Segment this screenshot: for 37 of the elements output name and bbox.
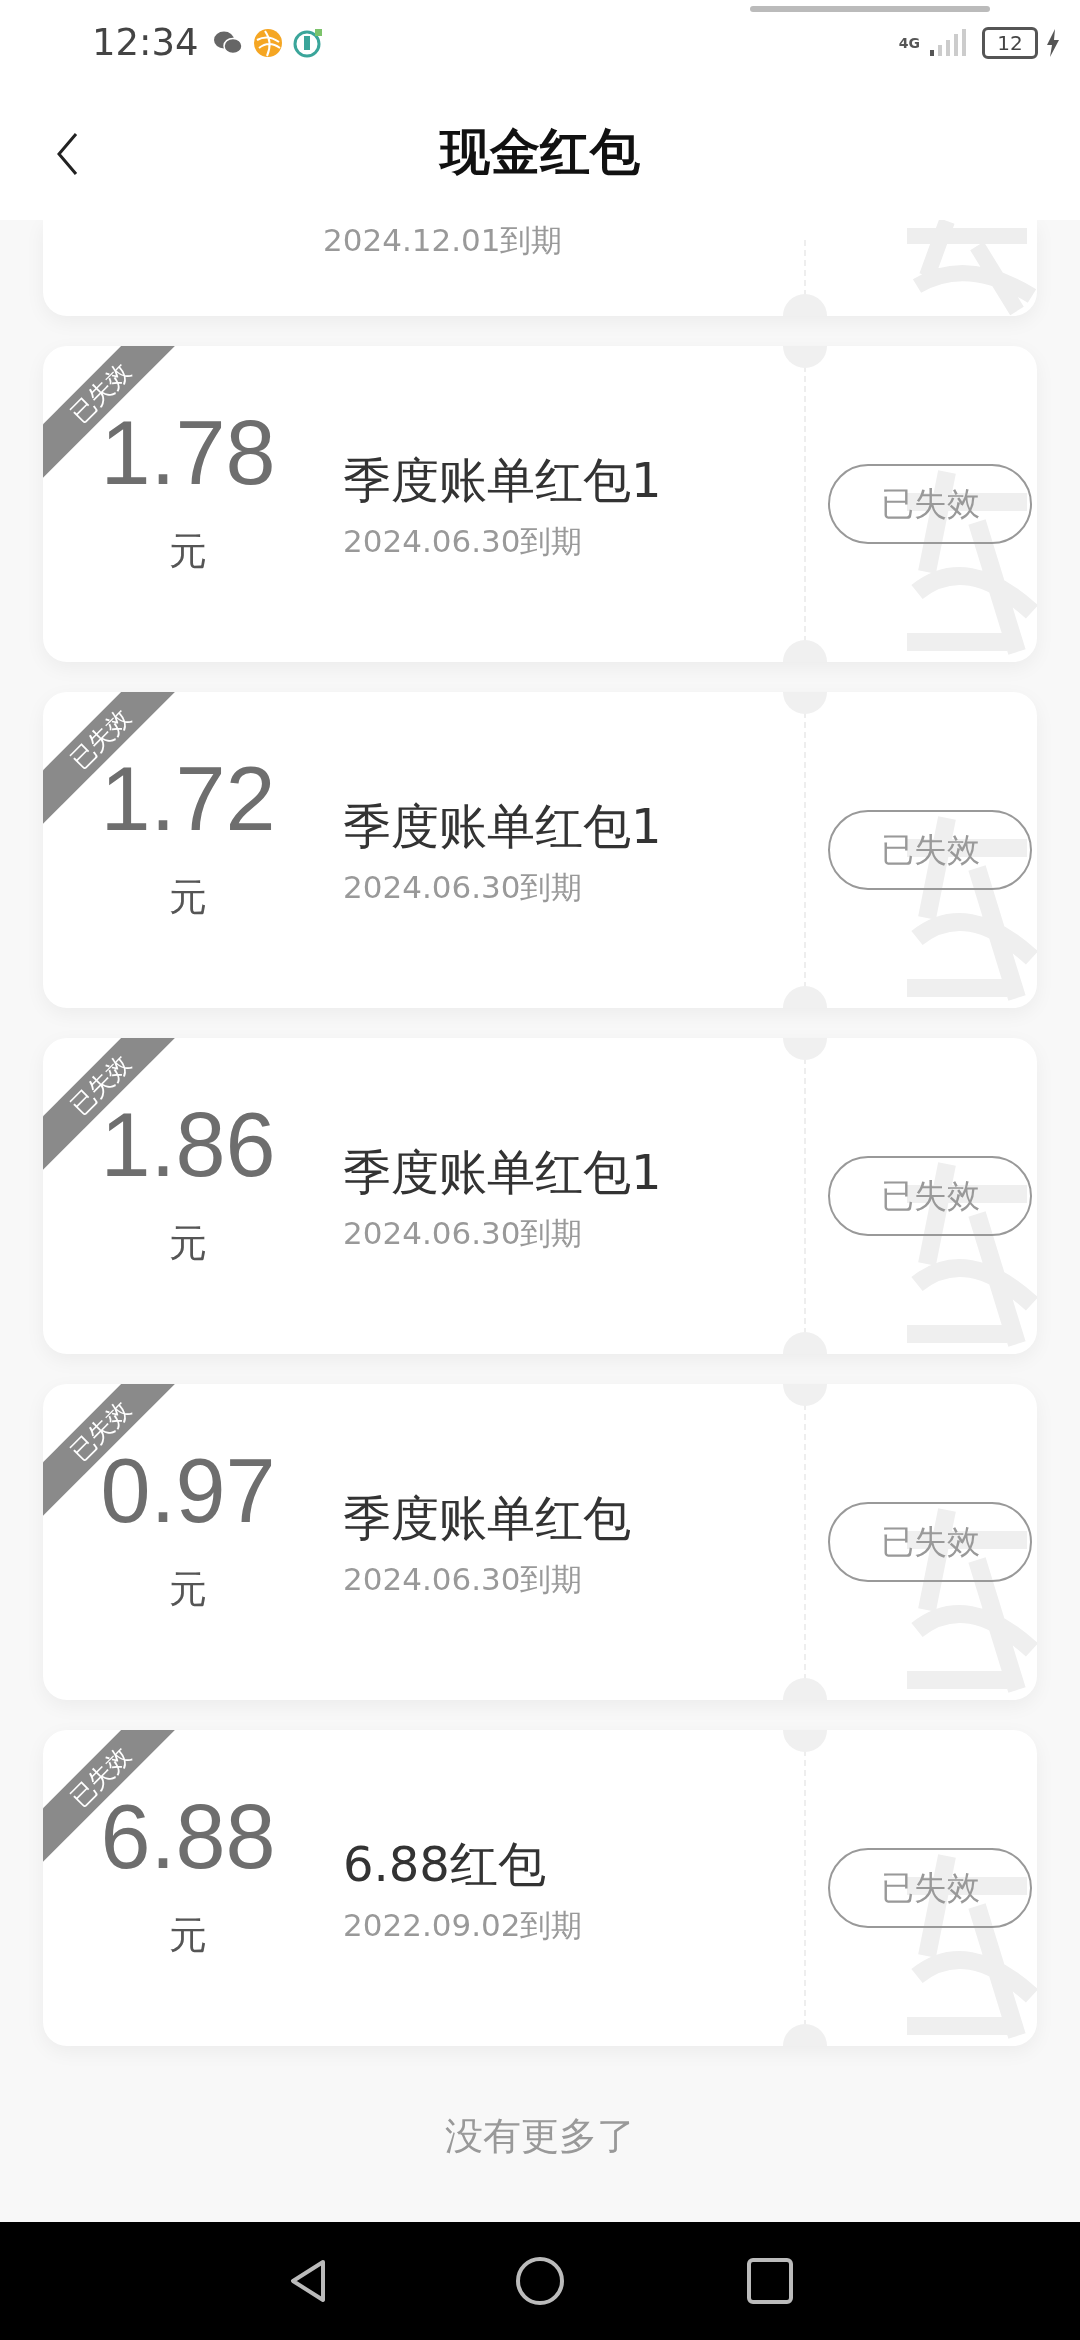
currency-unit: 元 <box>169 1220 207 1267</box>
status-button[interactable]: 已失效 <box>828 464 1032 544</box>
ball-icon <box>252 27 283 58</box>
status-button[interactable]: 已失效 <box>828 1502 1032 1582</box>
home-nav-icon[interactable] <box>515 2256 565 2306</box>
coupon-title: 季度账单红包1 <box>343 1143 663 1202</box>
end-of-list-text: 没有更多了 <box>444 2113 636 2160</box>
currency-unit: 元 <box>169 1912 207 1959</box>
plug-icon <box>292 27 323 58</box>
coupon-title: 季度账单红包 <box>343 1489 632 1548</box>
recents-nav-icon[interactable] <box>745 2256 795 2306</box>
battery-icon: 12 <box>982 26 1038 59</box>
amount: 1.86 <box>100 1100 276 1190</box>
page-title: 现金红包 <box>440 122 640 183</box>
currency-unit: 元 <box>169 528 207 575</box>
amount: 1.78 <box>100 408 276 498</box>
expiry-date: 2024.06.30到期 <box>343 868 584 907</box>
expiry-date: 2022.09.02到期 <box>343 1906 584 1945</box>
status-button[interactable]: 已失效 <box>828 1848 1032 1928</box>
coupon-title: 季度账单红包1 <box>343 797 663 856</box>
amount: 0.97 <box>100 1446 276 1536</box>
currency-unit: 元 <box>169 874 207 921</box>
expiry-date: 2024.06.30到期 <box>343 1560 584 1599</box>
expiry-date: 2024.06.30到期 <box>343 1214 584 1253</box>
expiry-date: 2024.12.01到期 <box>323 221 563 260</box>
status-button[interactable]: 已失效 <box>828 810 1032 890</box>
signal-icon <box>928 27 968 58</box>
amount: 6.88 <box>100 1792 276 1882</box>
back-icon[interactable] <box>56 132 80 176</box>
coupon-title: 6.88红包 <box>343 1835 547 1894</box>
network-type: 4G <box>898 34 920 51</box>
status-button[interactable]: 已失效 <box>828 1156 1032 1236</box>
amount: 1.72 <box>100 754 276 844</box>
coupon-title: 季度账单红包1 <box>343 451 663 510</box>
expiry-date: 2024.06.30到期 <box>343 522 584 561</box>
status-time: 12:34 <box>92 21 199 64</box>
currency-unit: 元 <box>169 1566 207 1613</box>
